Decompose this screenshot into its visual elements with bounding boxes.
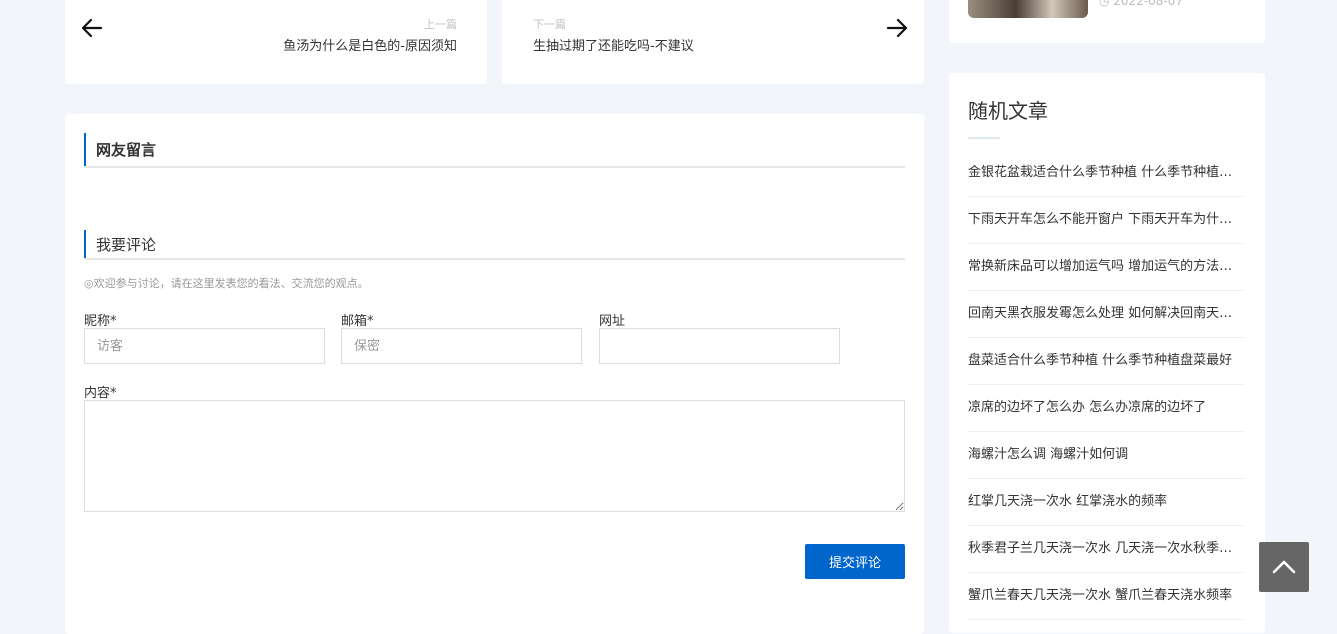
- comment-tip: ◎欢迎参与讨论，请在这里发表您的看法、交流您的观点。: [84, 277, 369, 290]
- email-input[interactable]: [341, 328, 582, 364]
- random-articles-list: 金银花盆栽适合什么季节种植 什么季节种植金银花盆栽 下雨天开车怎么不能开窗户 下…: [968, 150, 1244, 620]
- back-to-top-button[interactable]: [1259, 542, 1309, 592]
- name-label: 昵称*: [84, 314, 117, 329]
- comments-header: 网友留言: [84, 133, 905, 168]
- list-item[interactable]: 凉席的边坏了怎么办 怎么办凉席的边坏了: [968, 385, 1244, 432]
- submit-comment-button[interactable]: 提交评论: [805, 544, 905, 579]
- article-date: ◷ 2022-08-07: [1099, 0, 1184, 8]
- next-post-link[interactable]: 下一篇 生抽过期了还能吃吗-不建议: [502, 0, 924, 84]
- content-textarea[interactable]: [84, 400, 905, 512]
- section-accent-bar: [84, 230, 86, 258]
- comments-title: 网友留言: [96, 141, 157, 159]
- list-item[interactable]: 海螺汁怎么调 海螺汁如何调: [968, 432, 1244, 479]
- comment-form-header: 我要评论: [84, 230, 905, 260]
- next-post-label: 下一篇: [533, 18, 566, 31]
- next-post-title[interactable]: 生抽过期了还能吃吗-不建议: [533, 35, 694, 54]
- content-label: 内容*: [84, 386, 117, 401]
- prev-post-label: 上一篇: [424, 18, 457, 31]
- prev-post-link[interactable]: 上一篇 鱼汤为什么是白色的-原因须知: [65, 0, 487, 84]
- list-item[interactable]: 秋季君子兰几天浇一次水 几天浇一次水秋季君子兰: [968, 526, 1244, 573]
- sidebar-recent-widget: ◷ 2022-08-07: [949, 0, 1265, 43]
- list-item[interactable]: 金银花盆栽适合什么季节种植 什么季节种植金银花盆栽: [968, 150, 1244, 197]
- list-item[interactable]: 红掌几天浇一次水 红掌浇水的频率: [968, 479, 1244, 526]
- comment-form-title: 我要评论: [96, 236, 157, 254]
- url-label: 网址: [599, 314, 626, 329]
- prev-post-title[interactable]: 鱼汤为什么是白色的-原因须知: [283, 35, 457, 54]
- arrow-right-icon: [884, 15, 910, 41]
- email-label: 邮箱*: [341, 314, 374, 329]
- list-item[interactable]: 蟹爪兰春天几天浇一次水 蟹爪兰春天浇水频率: [968, 573, 1244, 620]
- list-item[interactable]: 常换新床品可以增加运气吗 增加运气的方法有哪些: [968, 244, 1244, 291]
- list-item[interactable]: 盘菜适合什么季节种植 什么季节种植盘菜最好: [968, 338, 1244, 385]
- chevron-up-icon: [1272, 560, 1296, 574]
- random-articles-widget: 随机文章 金银花盆栽适合什么季节种植 什么季节种植金银花盆栽 下雨天开车怎么不能…: [949, 73, 1265, 633]
- random-articles-title: 随机文章: [968, 99, 1048, 123]
- list-item[interactable]: 下雨天开车怎么不能开窗户 下雨天开车为什么不能开窗户: [968, 197, 1244, 244]
- comment-section: 网友留言 我要评论 ◎欢迎参与讨论，请在这里发表您的看法、交流您的观点。 昵称*…: [65, 114, 924, 634]
- section-accent-bar: [84, 133, 86, 166]
- arrow-left-icon: [79, 15, 105, 41]
- title-underline: [968, 137, 1000, 139]
- list-item[interactable]: 回南天黑衣服发霉怎么处理 如何解决回南天黑衣服发霉: [968, 291, 1244, 338]
- url-input[interactable]: [599, 328, 840, 364]
- name-input[interactable]: [84, 328, 325, 364]
- article-thumbnail[interactable]: [968, 0, 1088, 18]
